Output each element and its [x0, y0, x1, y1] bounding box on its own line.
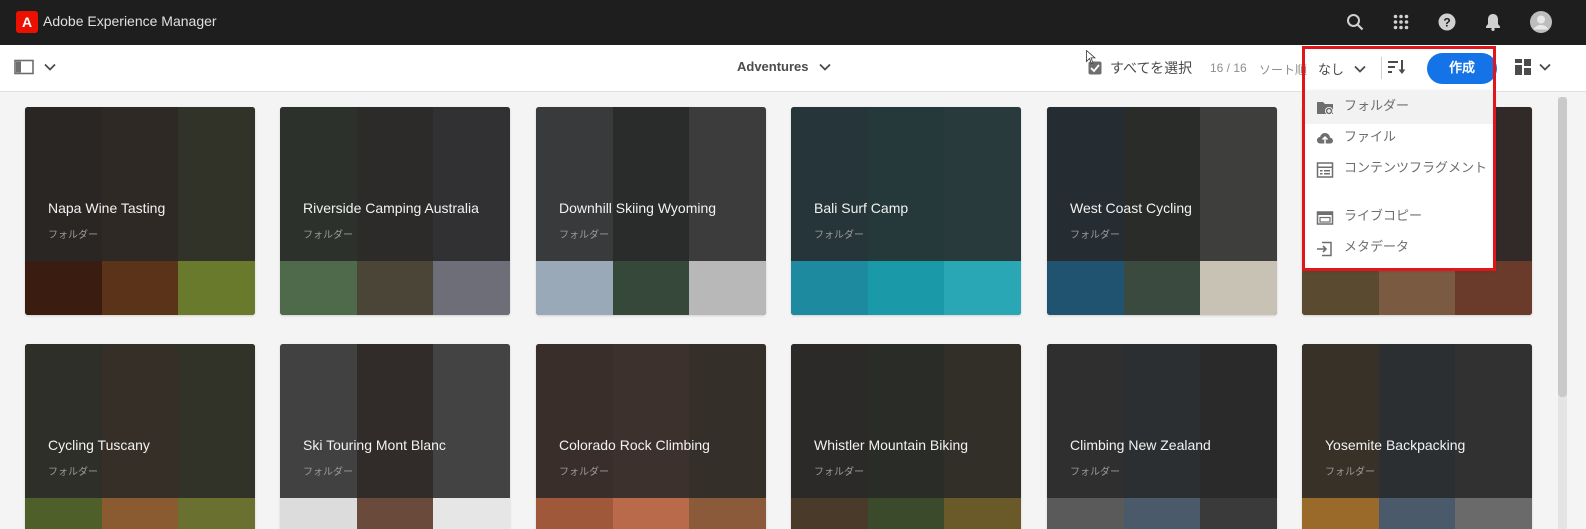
- card-type: フォルダー: [559, 467, 609, 478]
- folder-card[interactable]: Ski Touring Mont Blanc フォルダー: [280, 344, 510, 529]
- card-type: フォルダー: [1070, 467, 1120, 478]
- shell-bar: A Adobe Experience Manager ?: [0, 0, 1586, 45]
- folder-card[interactable]: Riverside Camping Australia フォルダー: [280, 107, 510, 315]
- card-type: フォルダー: [814, 230, 864, 241]
- create-button[interactable]: 作成: [1427, 53, 1497, 84]
- card-title: West Coast Cycling: [1070, 200, 1192, 216]
- card-title: Ski Touring Mont Blanc: [303, 437, 446, 453]
- app-title[interactable]: Adobe Experience Manager: [43, 13, 217, 29]
- bell-icon[interactable]: [1482, 11, 1504, 33]
- menu-item-metadata[interactable]: メタデータ: [1304, 240, 1494, 266]
- breadcrumb[interactable]: Adventures: [737, 59, 831, 74]
- sort-label: ソート順: [1259, 63, 1307, 77]
- sort-select[interactable]: なし: [1318, 59, 1366, 78]
- item-count: 16 / 16: [1210, 61, 1247, 75]
- chevron-down-icon: [1354, 65, 1366, 73]
- view-switcher-button[interactable]: [1515, 59, 1551, 75]
- menu-item-folder[interactable]: フォルダー: [1304, 91, 1494, 124]
- card-title: Napa Wine Tasting: [48, 200, 166, 216]
- sort-descending-icon: [1388, 60, 1406, 74]
- card-title: Riverside Camping Australia: [303, 200, 479, 216]
- select-all-label: すべてを選択: [1110, 61, 1193, 77]
- card-type: フォルダー: [303, 467, 353, 478]
- folder-card[interactable]: Downhill Skiing Wyoming フォルダー: [536, 107, 766, 315]
- chevron-down-icon: [44, 63, 56, 71]
- menu-item-label: ライブコピー: [1344, 209, 1423, 224]
- divider: [1381, 57, 1382, 79]
- folder-card[interactable]: Whistler Mountain Biking フォルダー: [791, 344, 1021, 529]
- menu-item-label: フォルダー: [1344, 99, 1410, 114]
- folder-card[interactable]: Bali Surf Camp フォルダー: [791, 107, 1021, 315]
- card-title: Cycling Tuscany: [48, 437, 150, 453]
- folder-card[interactable]: Yosemite Backpacking フォルダー: [1302, 344, 1532, 529]
- menu-item-label: ファイル: [1344, 130, 1397, 145]
- mouse-pointer-icon: [1086, 50, 1096, 64]
- sort-direction-button[interactable]: [1388, 59, 1406, 79]
- card-title: Yosemite Backpacking: [1325, 437, 1466, 453]
- search-icon[interactable]: [1344, 11, 1366, 33]
- menu-item-file[interactable]: ファイル: [1304, 130, 1494, 156]
- adobe-logo[interactable]: A: [16, 11, 38, 33]
- menu-item-content-fragment[interactable]: コンテンツフラグメント: [1304, 161, 1494, 201]
- card-title: Bali Surf Camp: [814, 200, 909, 216]
- apps-grid-icon[interactable]: [1390, 11, 1412, 33]
- card-type: フォルダー: [814, 467, 864, 478]
- live-copy-icon: [1316, 211, 1334, 225]
- card-title: Climbing New Zealand: [1070, 437, 1211, 453]
- breadcrumb-label: Adventures: [737, 59, 809, 74]
- rail-toggle-button[interactable]: [14, 59, 56, 75]
- action-bar: Adventures すべてを選択 16 / 16 ソート順 なし 作成: [0, 45, 1586, 92]
- select-all-button[interactable]: すべてを選択: [1088, 58, 1192, 78]
- scrollbar-thumb[interactable]: [1558, 97, 1567, 397]
- menu-item-label: メタデータ: [1344, 240, 1410, 255]
- card-title: Whistler Mountain Biking: [814, 437, 969, 453]
- help-icon[interactable]: ?: [1436, 11, 1458, 33]
- card-type: フォルダー: [48, 230, 98, 241]
- card-view-icon: [1515, 59, 1531, 75]
- folder-card[interactable]: Colorado Rock Climbing フォルダー: [536, 344, 766, 529]
- menu-item-label: コンテンツフラグメント: [1344, 161, 1488, 176]
- card-type: フォルダー: [48, 467, 98, 478]
- metadata-import-icon: [1317, 241, 1332, 257]
- folder-card[interactable]: West Coast Cycling フォルダー: [1047, 107, 1277, 315]
- folder-card[interactable]: Cycling Tuscany フォルダー: [25, 344, 255, 529]
- menu-item-live-copy[interactable]: ライブコピー: [1304, 209, 1494, 235]
- card-title: Colorado Rock Climbing: [559, 437, 710, 453]
- card-title: Downhill Skiing Wyoming: [559, 200, 717, 216]
- create-menu: フォルダー ファイル コンテンツフラグメント ライブコピー メタデータ: [1304, 91, 1494, 269]
- sort-value-label: なし: [1318, 63, 1345, 78]
- chevron-down-icon: [818, 63, 831, 71]
- card-type: フォルダー: [1325, 467, 1375, 478]
- folder-add-icon: [1317, 102, 1333, 115]
- cloud-upload-icon: [1317, 133, 1333, 145]
- rail-panel-icon: [14, 59, 34, 75]
- chevron-down-icon: [1539, 63, 1551, 71]
- folder-card[interactable]: Climbing New Zealand フォルダー: [1047, 344, 1277, 529]
- folder-card[interactable]: Napa Wine Tasting フォルダー: [25, 107, 255, 315]
- content-fragment-icon: [1316, 162, 1334, 178]
- card-type: フォルダー: [559, 230, 609, 241]
- card-type: フォルダー: [303, 230, 353, 241]
- user-avatar-icon[interactable]: [1530, 11, 1552, 33]
- card-type: フォルダー: [1070, 230, 1120, 241]
- svg-text:?: ?: [1443, 16, 1450, 30]
- scrollbar[interactable]: [1558, 97, 1567, 529]
